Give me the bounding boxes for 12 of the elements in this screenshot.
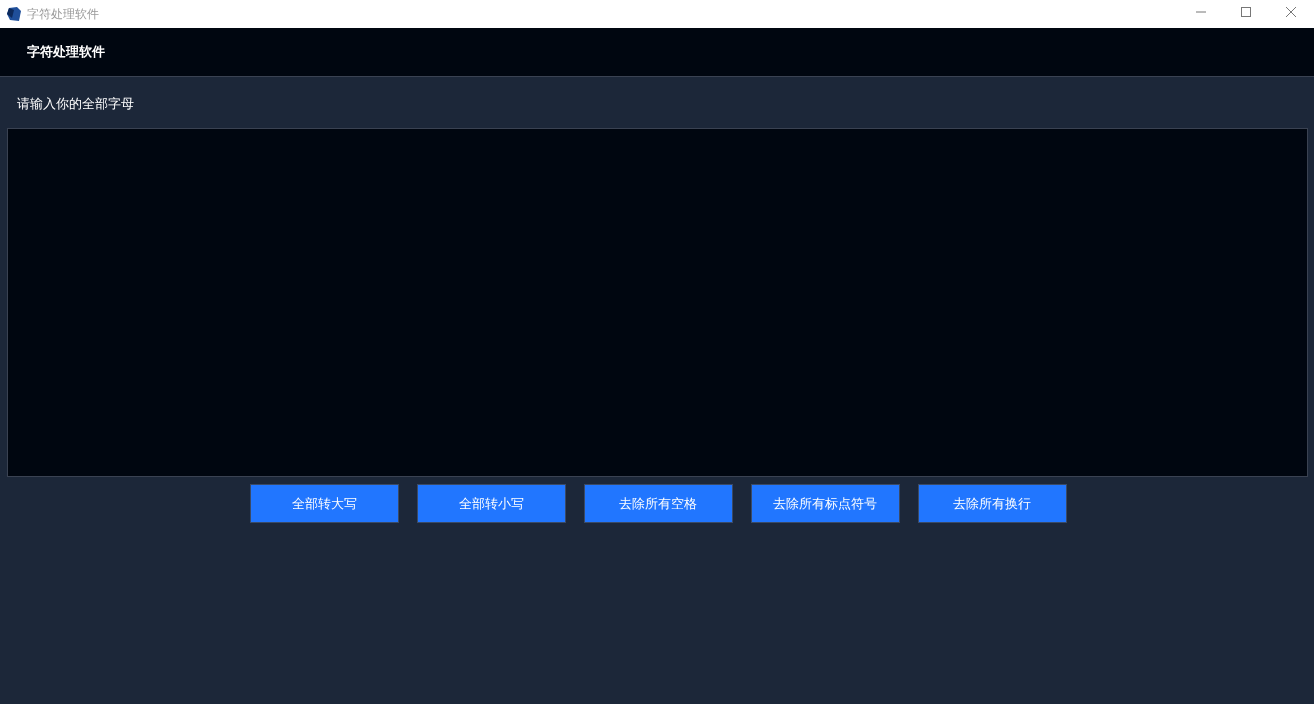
action-button[interactable]: 去除所有标点符号 [750,484,900,523]
close-icon [1285,6,1297,18]
action-button[interactable]: 去除所有空格 [583,484,733,523]
input-label: 请输入你的全部字母 [16,95,135,113]
action-button[interactable]: 全部转大写 [249,484,399,523]
app-title: 字符处理软件 [27,43,105,61]
action-button[interactable]: 去除所有换行 [917,484,1067,523]
app-logo-icon [6,6,22,22]
text-input-field[interactable] [7,128,1308,477]
window-title: 字符处理软件 [27,5,99,23]
action-button[interactable]: 全部转小写 [416,484,566,523]
maximize-icon [1240,6,1252,18]
